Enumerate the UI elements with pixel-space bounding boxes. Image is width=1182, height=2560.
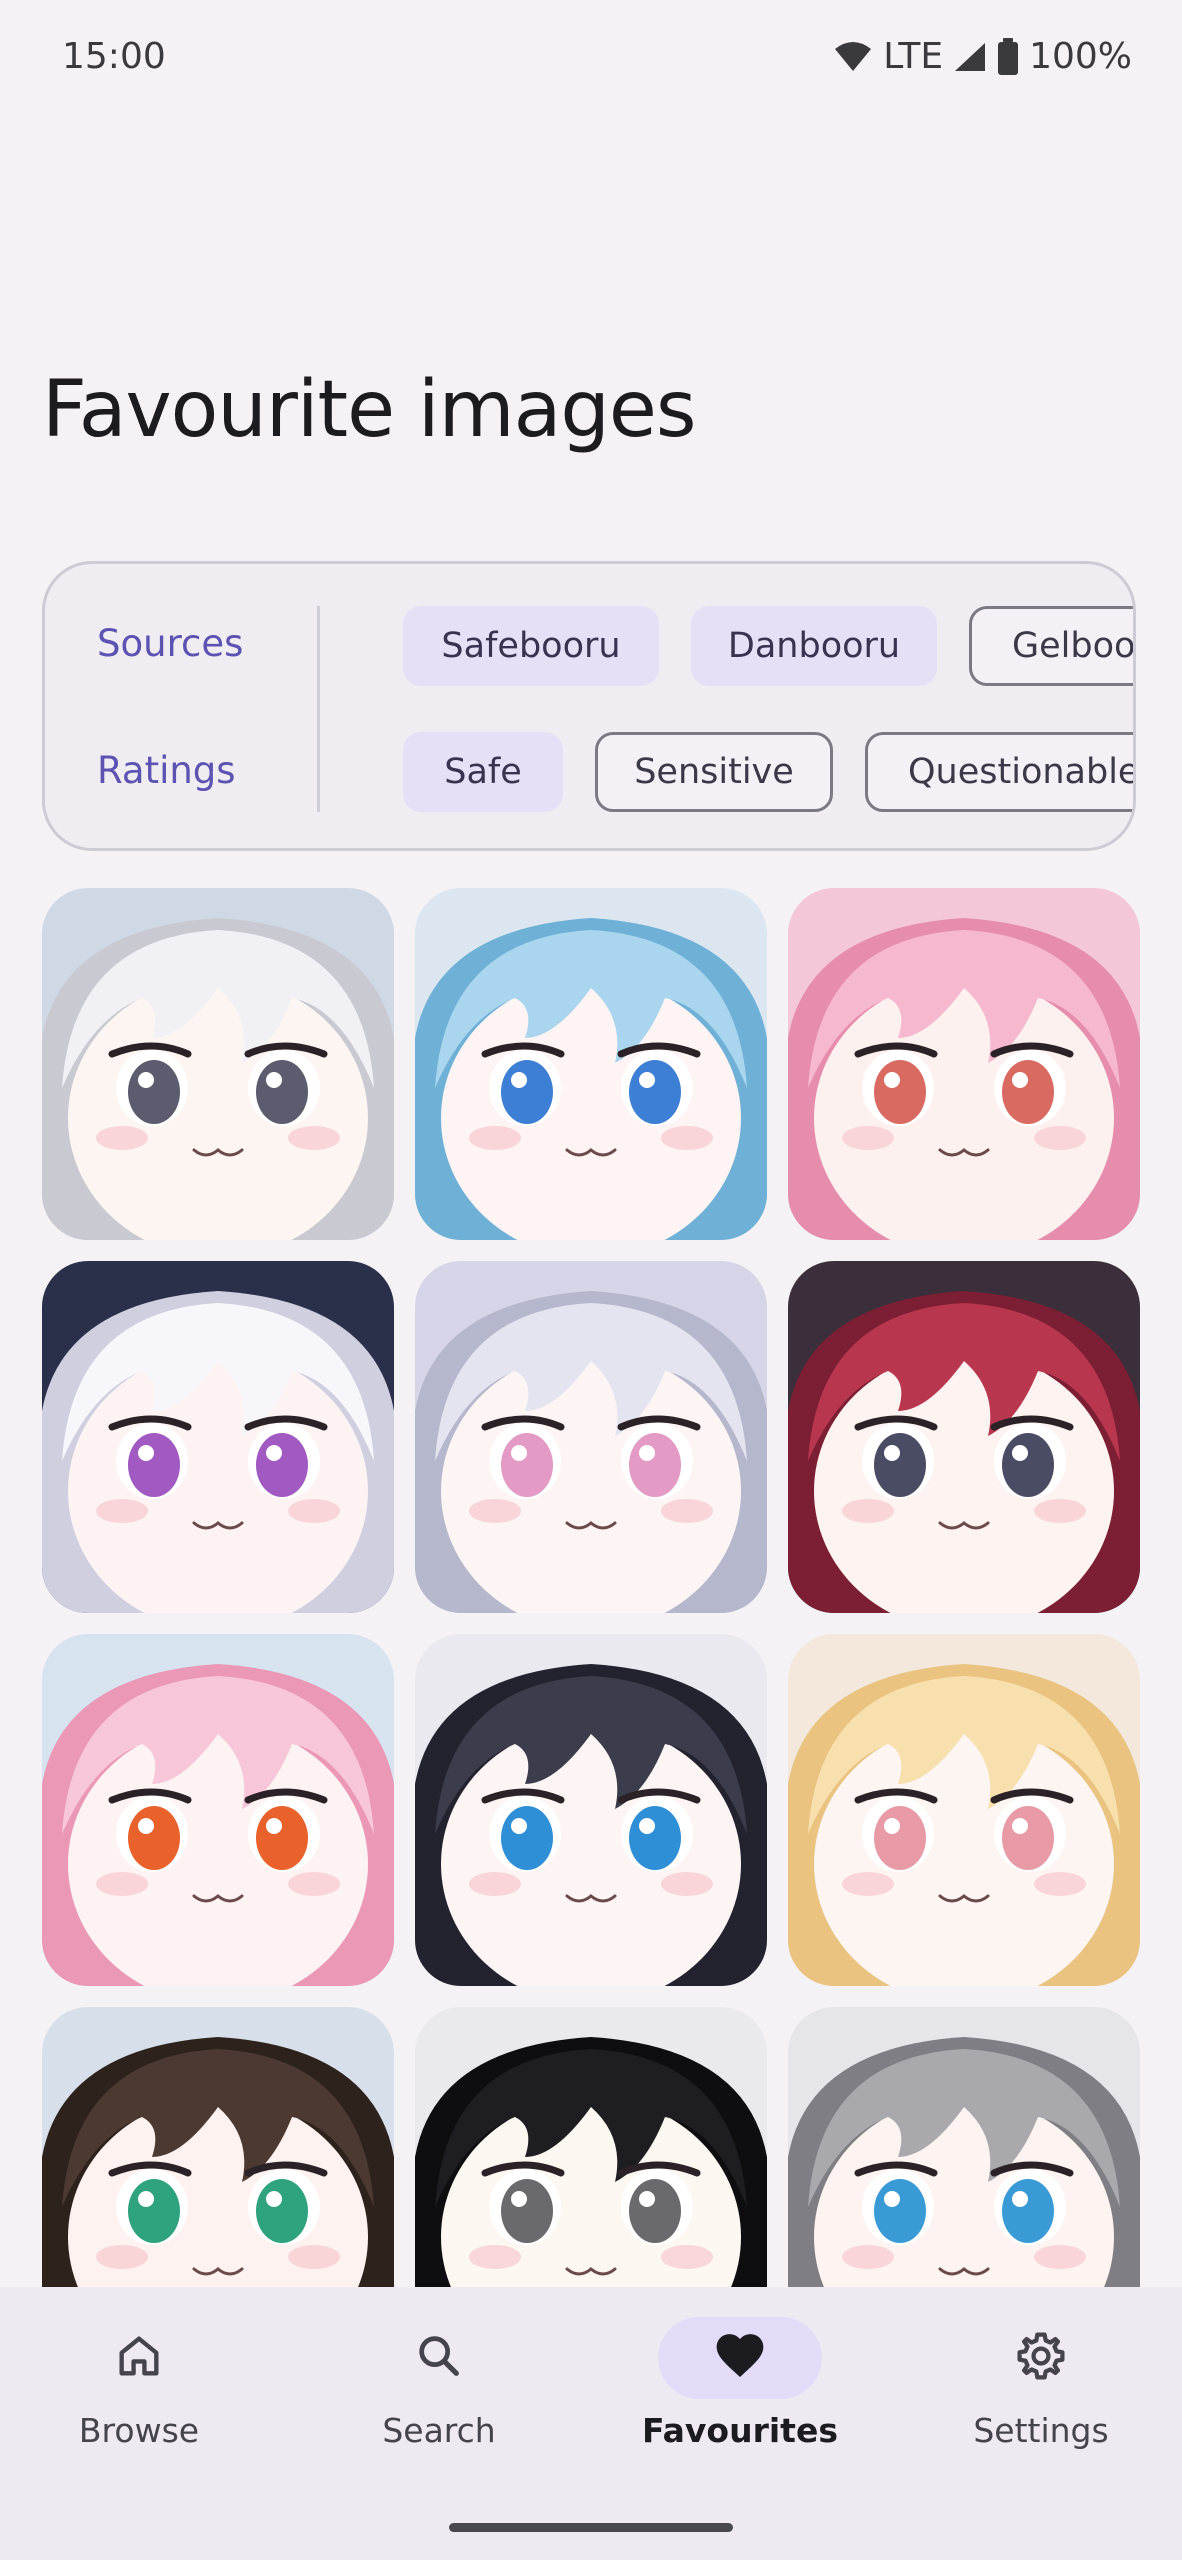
portrait-image <box>42 1634 394 1986</box>
chip-source-danbooru[interactable]: Danbooru <box>691 606 937 686</box>
favourite-image-tile[interactable] <box>415 1261 767 1613</box>
signal-icon <box>953 41 987 73</box>
nav-settings-indicator <box>959 2317 1123 2399</box>
ratings-label: Ratings <box>97 749 236 792</box>
portrait-image <box>42 1261 394 1613</box>
chip-rating-sensitive[interactable]: Sensitive <box>595 732 833 812</box>
battery-level: 100% <box>1029 36 1132 77</box>
chip-rating-questionable[interactable]: Questionable <box>865 732 1133 812</box>
nav-favourites-indicator <box>658 2317 822 2399</box>
favourites-grid <box>0 880 1182 2287</box>
favourite-image-tile[interactable] <box>42 2007 394 2287</box>
nav-browse[interactable]: Browse <box>9 2287 269 2487</box>
nav-settings-label: Settings <box>973 2411 1109 2450</box>
portrait-image <box>42 2007 394 2287</box>
favourite-image-tile[interactable] <box>415 1634 767 1986</box>
search-icon <box>413 2330 465 2386</box>
portrait-image <box>788 1261 1140 1613</box>
portrait-image <box>415 1261 767 1613</box>
home-indicator[interactable] <box>449 2523 733 2532</box>
filter-divider <box>317 606 320 812</box>
wifi-icon <box>833 41 873 73</box>
heart-icon <box>712 2328 768 2388</box>
nav-favourites[interactable]: Favourites <box>610 2287 870 2487</box>
chip-rating-safe[interactable]: Safe <box>403 732 563 812</box>
portrait-image <box>788 888 1140 1240</box>
favourite-image-tile[interactable] <box>415 2007 767 2287</box>
favourite-image-tile[interactable] <box>42 1634 394 1986</box>
portrait-image <box>415 888 767 1240</box>
status-indicators: LTE 100% <box>833 36 1132 77</box>
nav-search-indicator <box>357 2317 521 2399</box>
battery-icon <box>997 37 1019 76</box>
home-icon <box>113 2330 165 2386</box>
status-time: 15:00 <box>62 36 166 77</box>
gear-icon <box>1014 2329 1068 2387</box>
status-bar: 15:00 LTE 100% <box>0 0 1182 120</box>
favourite-image-tile[interactable] <box>788 1261 1140 1613</box>
bottom-navigation: Browse Search Favourites Settings <box>0 2287 1182 2560</box>
favourite-image-tile[interactable] <box>415 888 767 1240</box>
page-title: Favourite images <box>42 365 697 455</box>
portrait-image <box>788 2007 1140 2287</box>
favourite-image-tile[interactable] <box>788 1634 1140 1986</box>
favourite-image-tile[interactable] <box>788 2007 1140 2287</box>
chip-source-gelbooru[interactable]: Gelbooru <box>969 606 1133 686</box>
favourites-screen: 15:00 LTE 100% Favourite images Sources … <box>0 0 1182 2560</box>
portrait-image <box>788 1634 1140 1986</box>
chip-source-safebooru[interactable]: Safebooru <box>403 606 659 686</box>
portrait-image <box>415 2007 767 2287</box>
portrait-image <box>42 888 394 1240</box>
nav-favourites-label: Favourites <box>642 2411 838 2450</box>
network-type: LTE <box>883 36 944 77</box>
nav-browse-indicator <box>57 2317 221 2399</box>
sources-label: Sources <box>97 622 244 665</box>
nav-search[interactable]: Search <box>309 2287 569 2487</box>
favourite-image-tile[interactable] <box>788 888 1140 1240</box>
nav-browse-label: Browse <box>78 2411 200 2450</box>
filter-card: Sources Ratings Safebooru Danbooru Gelbo… <box>42 561 1136 851</box>
nav-settings[interactable]: Settings <box>911 2287 1171 2487</box>
portrait-image <box>415 1634 767 1986</box>
favourite-image-tile[interactable] <box>42 888 394 1240</box>
nav-search-label: Search <box>382 2411 496 2450</box>
favourite-image-tile[interactable] <box>42 1261 394 1613</box>
